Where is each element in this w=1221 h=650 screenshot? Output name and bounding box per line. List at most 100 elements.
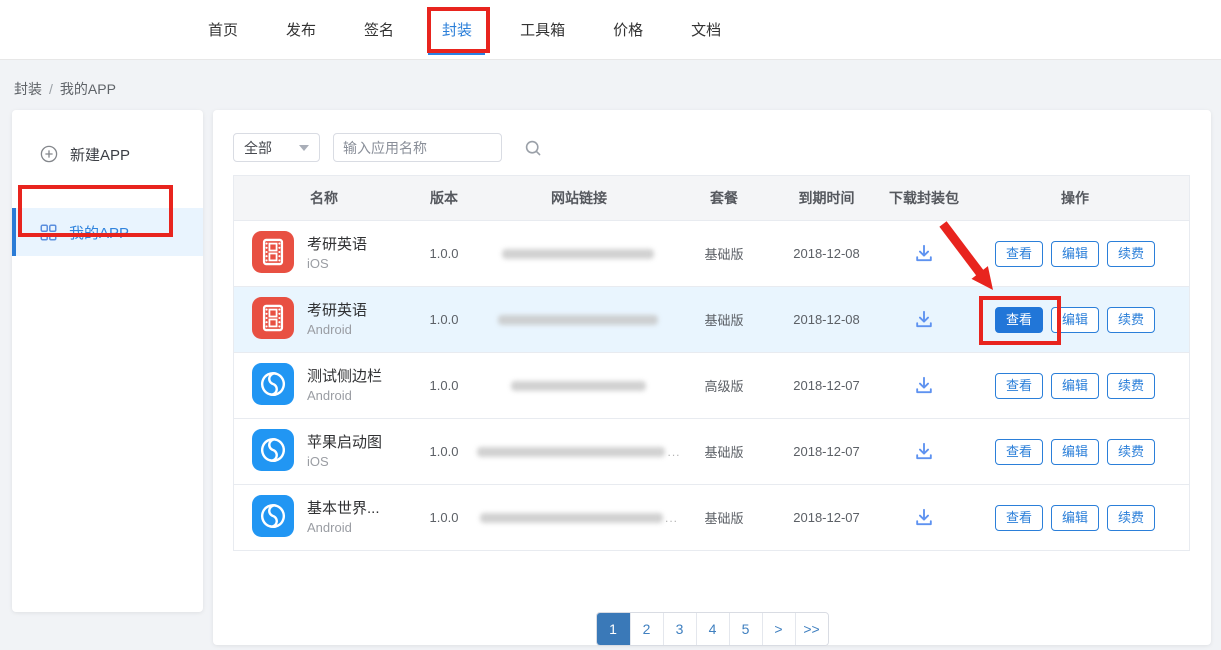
col-header-plan: 套餐 — [684, 188, 764, 208]
app-platform: Android — [307, 387, 382, 405]
table-row: 测试侧边栏Android 1.0.0 高级版 2018-12-07 查看 编辑 … — [234, 352, 1189, 418]
download-package-button[interactable] — [911, 306, 937, 332]
col-header-expiry: 到期时间 — [764, 188, 889, 208]
app-name: 考研英语 — [307, 301, 367, 321]
app-expiry: 2018-12-07 — [764, 378, 889, 393]
table-row: 考研英语iOS 1.0.0 基础版 2018-12-08 查看 编辑 续费 — [234, 220, 1189, 286]
renew-button[interactable]: 续费 — [1107, 241, 1155, 267]
page-button-3[interactable]: 3 — [663, 613, 696, 645]
breadcrumb-separator: / — [49, 81, 53, 97]
edit-button[interactable]: 编辑 — [1051, 505, 1099, 531]
page-button-4[interactable]: 4 — [696, 613, 729, 645]
app-expiry: 2018-12-08 — [764, 246, 889, 261]
app-plan: 高级版 — [684, 376, 764, 395]
app-name: 测试侧边栏 — [307, 367, 382, 387]
edit-button[interactable]: 编辑 — [1051, 373, 1099, 399]
app-platform: iOS — [307, 453, 382, 471]
app-plan: 基础版 — [684, 244, 764, 263]
col-header-version: 版本 — [414, 188, 474, 208]
view-button[interactable]: 查看 — [995, 505, 1043, 531]
plus-circle-icon — [40, 145, 58, 163]
table-header-row: 名称 版本 网站链接 套餐 到期时间 下载封装包 操作 — [234, 176, 1189, 220]
last-page-button[interactable]: >> — [795, 613, 828, 645]
grid-icon — [40, 224, 57, 241]
breadcrumb-page: 我的APP — [60, 81, 116, 97]
page-button-2[interactable]: 2 — [630, 613, 663, 645]
app-expiry: 2018-12-07 — [764, 444, 889, 459]
nav-item-price[interactable]: 价格 — [613, 0, 643, 60]
app-name: 基本世界... — [307, 499, 380, 519]
nav-item-publish[interactable]: 发布 — [286, 0, 316, 60]
renew-button[interactable]: 续费 — [1107, 439, 1155, 465]
download-package-button[interactable] — [911, 504, 937, 530]
nav-item-sign[interactable]: 签名 — [364, 0, 394, 60]
col-header-actions: 操作 — [959, 188, 1191, 208]
search-icon[interactable] — [524, 139, 542, 157]
app-icon-film — [252, 231, 294, 276]
app-icon-s-logo — [252, 495, 294, 540]
view-button[interactable]: 查看 — [995, 241, 1043, 267]
app-icon-s-logo — [252, 363, 294, 408]
download-package-button[interactable] — [911, 240, 937, 266]
view-button[interactable]: 查看 — [995, 439, 1043, 465]
app-plan: 基础版 — [684, 310, 764, 329]
website-link-redacted — [477, 447, 665, 457]
app-expiry: 2018-12-08 — [764, 312, 889, 327]
edit-button[interactable]: 编辑 — [1051, 439, 1099, 465]
table-row: 基本世界...Android 1.0.0 ... 基础版 2018-12-07 … — [234, 484, 1189, 550]
website-link-redacted — [502, 249, 654, 259]
download-package-button[interactable] — [911, 438, 937, 464]
download-package-button[interactable] — [911, 372, 937, 398]
nav-item-package[interactable]: 封装 — [442, 0, 472, 60]
link-suffix: ... — [667, 445, 680, 459]
app-platform: Android — [307, 321, 367, 339]
top-navbar: 首页 发布 签名 封装 工具箱 价格 文档 — [0, 0, 1221, 60]
website-link-redacted — [498, 315, 658, 325]
edit-button[interactable]: 编辑 — [1051, 307, 1099, 333]
page-button-1[interactable]: 1 — [597, 613, 630, 645]
app-platform: iOS — [307, 255, 367, 273]
website-link-redacted — [480, 513, 663, 523]
filter-dropdown-value: 全部 — [244, 138, 272, 158]
main-content: 全部 名称 版本 网站链接 套餐 到期时间 下载封装包 操作 — [213, 110, 1211, 645]
app-plan: 基础版 — [684, 442, 764, 461]
sidebar-item-my-app[interactable]: 我的APP — [12, 208, 203, 256]
view-button-active[interactable]: 查看 — [995, 307, 1043, 333]
website-link-redacted — [511, 381, 646, 391]
search-box — [333, 133, 502, 162]
col-header-name: 名称 — [234, 188, 414, 208]
breadcrumb: 封装 / 我的APP — [0, 60, 1221, 99]
renew-button[interactable]: 续费 — [1107, 373, 1155, 399]
page-button-5[interactable]: 5 — [729, 613, 762, 645]
link-suffix: ... — [665, 511, 678, 525]
table-row: 苹果启动图iOS 1.0.0 ... 基础版 2018-12-07 查看 编辑 … — [234, 418, 1189, 484]
nav-item-toolbox[interactable]: 工具箱 — [520, 0, 565, 60]
sidebar-item-new-app[interactable]: 新建APP — [12, 130, 203, 178]
breadcrumb-section[interactable]: 封装 — [14, 81, 42, 97]
app-version: 1.0.0 — [414, 510, 474, 525]
search-input[interactable] — [343, 140, 524, 156]
sidebar-item-label: 我的APP — [69, 222, 129, 243]
app-icon-s-logo — [252, 429, 294, 474]
view-button[interactable]: 查看 — [995, 373, 1043, 399]
table-row-highlighted: 考研英语Android 1.0.0 基础版 2018-12-08 查看 编辑 续… — [234, 286, 1189, 352]
app-expiry: 2018-12-07 — [764, 510, 889, 525]
next-page-button[interactable]: > — [762, 613, 795, 645]
nav-item-home[interactable]: 首页 — [208, 0, 238, 60]
filter-dropdown[interactable]: 全部 — [233, 133, 320, 162]
col-header-website: 网站链接 — [474, 188, 684, 208]
col-header-download: 下载封装包 — [889, 188, 959, 208]
app-version: 1.0.0 — [414, 312, 474, 327]
app-plan: 基础版 — [684, 508, 764, 527]
renew-button[interactable]: 续费 — [1107, 505, 1155, 531]
toolbar: 全部 — [233, 133, 502, 162]
app-table: 名称 版本 网站链接 套餐 到期时间 下载封装包 操作 考研英语iOS 1.0.… — [233, 175, 1190, 551]
edit-button[interactable]: 编辑 — [1051, 241, 1099, 267]
app-icon-film — [252, 297, 294, 342]
app-name: 苹果启动图 — [307, 433, 382, 453]
app-version: 1.0.0 — [414, 444, 474, 459]
renew-button[interactable]: 续费 — [1107, 307, 1155, 333]
chevron-down-icon — [299, 145, 309, 151]
nav-item-docs[interactable]: 文档 — [691, 0, 721, 60]
app-name: 考研英语 — [307, 235, 367, 255]
